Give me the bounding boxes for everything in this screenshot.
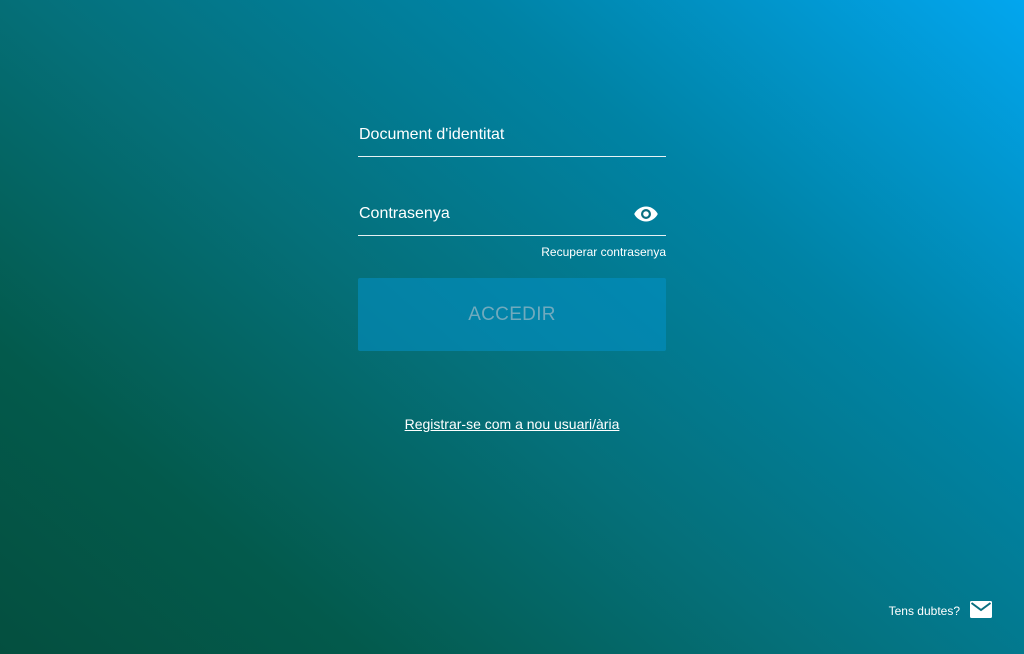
login-form: Recuperar contrasenya ACCEDIR [358,110,666,351]
eye-icon[interactable] [634,204,658,224]
forgot-password-link[interactable]: Recuperar contrasenya [358,245,666,259]
help-label: Tens dubtes? [888,604,960,618]
help-contact[interactable]: Tens dubtes? [889,601,992,621]
document-field-wrapper [358,110,666,157]
password-field-wrapper [358,189,666,236]
document-id-input[interactable] [358,114,666,156]
register-container: Registrar-se com a nou usuari/ària [0,416,1024,434]
mail-icon[interactable] [970,601,992,621]
password-input[interactable] [358,193,666,235]
register-link[interactable]: Registrar-se com a nou usuari/ària [405,416,620,432]
login-submit-button[interactable]: ACCEDIR [358,278,666,351]
